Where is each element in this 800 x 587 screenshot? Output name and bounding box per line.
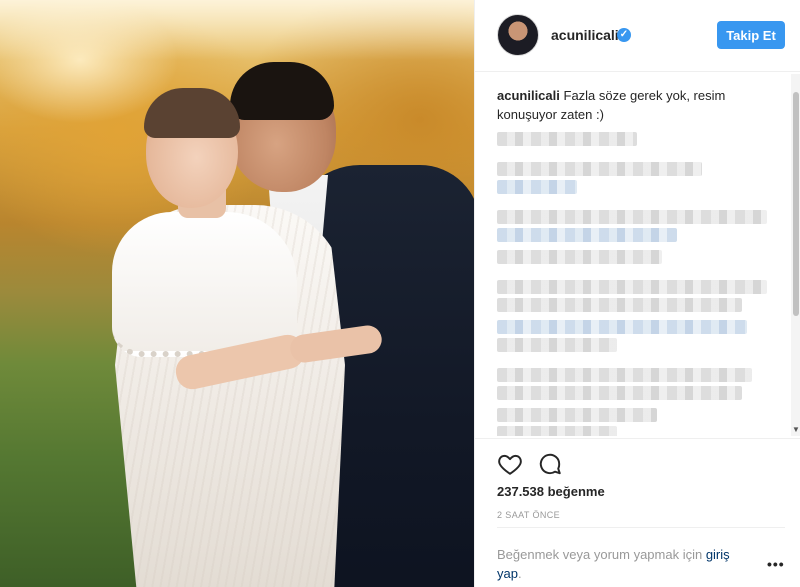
- caption-username[interactable]: acunilicali: [497, 88, 560, 103]
- login-prompt: Beğenmek veya yorum yapmak için giriş ya…: [497, 545, 757, 583]
- photo-sky: [0, 0, 474, 60]
- scroll-down-arrow-icon[interactable]: ▼: [792, 426, 800, 434]
- photo-bride-hair: [144, 88, 240, 138]
- photo-bride-cape: [112, 212, 297, 357]
- comment-icon[interactable]: [537, 451, 563, 477]
- more-options-icon[interactable]: •••: [767, 556, 785, 572]
- blurred-comment: [497, 180, 577, 194]
- scrollbar-thumb[interactable]: [793, 92, 799, 316]
- header-username[interactable]: acunilicali: [551, 27, 619, 43]
- heart-icon[interactable]: [497, 451, 523, 477]
- blurred-comment: [497, 320, 747, 334]
- divider: [497, 527, 785, 528]
- verified-check-icon: ✓: [617, 28, 631, 42]
- post-timestamp[interactable]: 2 SAAT ÖNCE: [497, 510, 560, 520]
- blurred-comment: [497, 250, 662, 264]
- comments-list: acunilicali Fazla söze gerek yok, resim …: [497, 86, 785, 436]
- post-actions: [475, 438, 800, 486]
- post-header: acunilicali ✓ Takip Et: [475, 0, 800, 72]
- blurred-comment: [497, 132, 637, 146]
- post-sidebar: acunilicali ✓ Takip Et acunilicali Fazla…: [474, 0, 800, 587]
- blurred-comment: [497, 338, 617, 352]
- comments-scrollbar[interactable]: ▼: [791, 74, 800, 436]
- avatar[interactable]: [497, 14, 539, 56]
- likes-count[interactable]: 237.538 beğenme: [497, 484, 605, 499]
- blurred-comment: [497, 368, 752, 382]
- login-prompt-text: Beğenmek veya yorum yapmak için: [497, 547, 706, 562]
- photo-groom-hair: [230, 62, 334, 120]
- blurred-comment: [497, 386, 742, 400]
- follow-button[interactable]: Takip Et: [717, 21, 785, 49]
- blurred-comment: [497, 162, 702, 176]
- blurred-comment: [497, 408, 657, 422]
- blurred-comment: [497, 228, 677, 242]
- blurred-comment: [497, 426, 617, 436]
- post-photo[interactable]: [0, 0, 474, 587]
- caption: acunilicali Fazla söze gerek yok, resim …: [497, 86, 777, 124]
- blurred-comment: [497, 210, 767, 224]
- blurred-comment: [497, 298, 742, 312]
- blurred-comment: [497, 280, 767, 294]
- login-prompt-suffix: .: [517, 566, 522, 581]
